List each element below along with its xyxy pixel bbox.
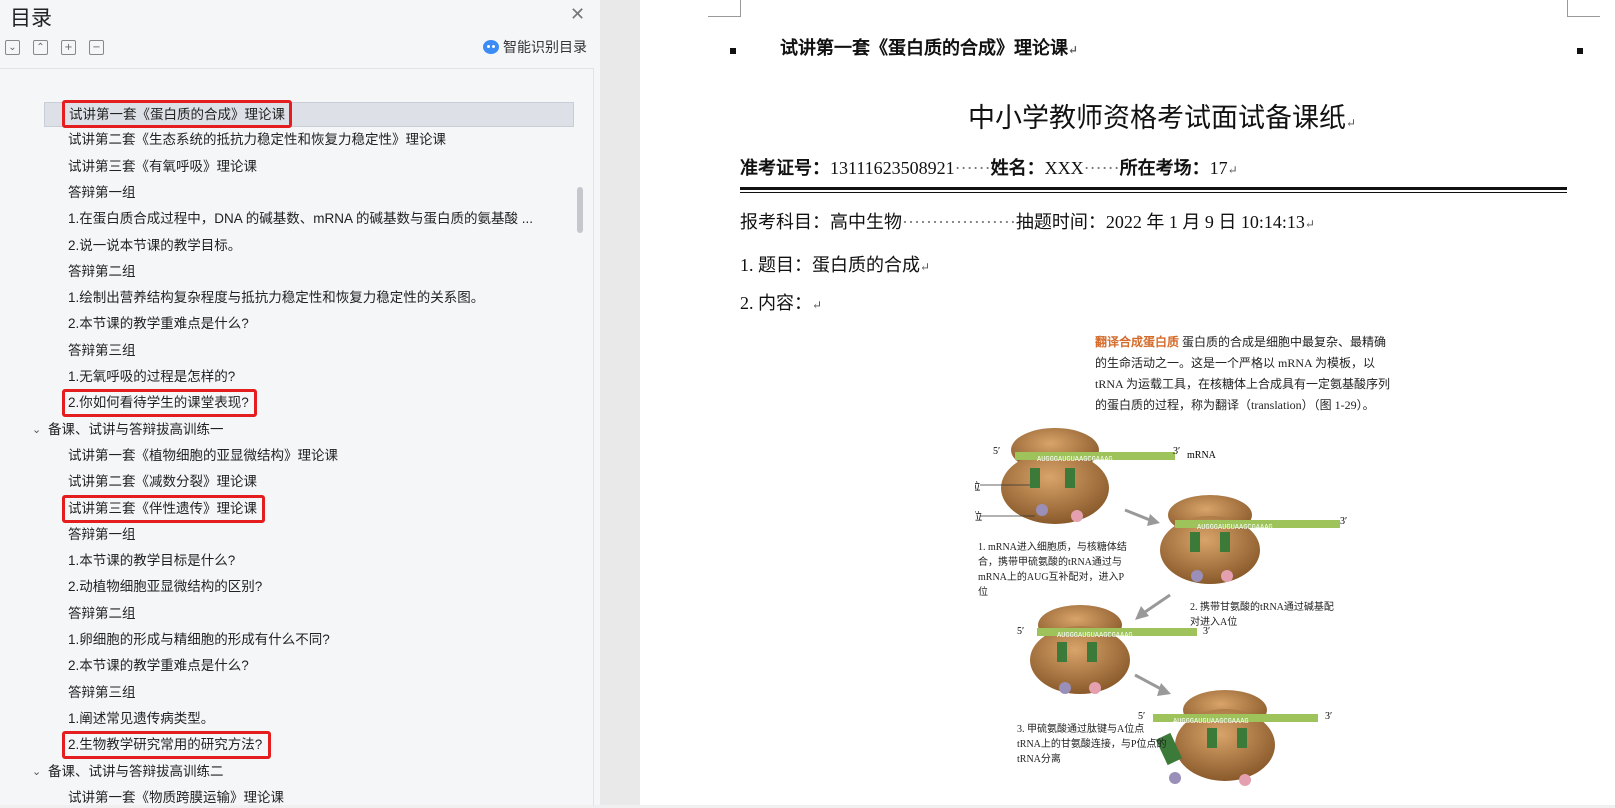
document-title: 中小学教师资格考试面试备课纸↵ [968, 103, 1357, 133]
close-icon[interactable]: ✕ [570, 4, 585, 25]
toc-item[interactable]: 1.绘制出营养结构复杂程度与抵抗力稳定性和恢复力稳定性的关系图。 [68, 288, 484, 308]
site-label: 所在考场： [1119, 158, 1210, 178]
figure-caption-3: 3. 甲硫氨酸通过肽键与A位点tRNA上的甘氨酸连接，与P位点的tRNA分离 [1017, 724, 1167, 765]
five-prime-label: 5′ [1138, 711, 1145, 722]
toc-item[interactable]: 试讲第一套《物质跨膜运输》理论课 [68, 788, 284, 808]
chevron-down-icon[interactable]: ⌄ [32, 420, 41, 440]
toc-title: 目录 [10, 7, 52, 30]
toc-item[interactable]: 答辩第二组 [68, 262, 136, 282]
toc-item[interactable]: 答辩第三组 [68, 683, 136, 703]
toc-item[interactable]: 试讲第二套《减数分裂》理论课 [68, 472, 257, 492]
smart-recognize-icon [483, 40, 499, 54]
bullet-marker [1577, 48, 1583, 54]
subject-line: 报考科目：高中生物···················抽题时间：2022 年 … [740, 212, 1315, 232]
ribosome-stage-2 [1160, 495, 1340, 584]
toc-item[interactable]: 2.生物教学研究常用的研究方法? [68, 735, 262, 755]
a-site-label: A位 [975, 510, 982, 523]
figure-caption-2: 2. 携带甘氨酸的tRNA通过碱基配对进入A位 [1190, 602, 1334, 628]
id-label: 准考证号： [740, 158, 830, 178]
toc-item[interactable]: 试讲第一套《蛋白质的合成》理论课 [44, 102, 574, 127]
page-corner-mark [1567, 0, 1600, 17]
toc-item[interactable]: 答辩第一组 [68, 183, 136, 203]
candidate-info: 准考证号：13111623508921······姓名：XXX······所在考… [740, 158, 1238, 178]
toc-section[interactable]: 备课、试讲与答辩拔高训练二 [48, 762, 224, 782]
expand-all-icon[interactable]: ⌃ [33, 40, 48, 55]
three-prime-label: 3′ [1325, 711, 1332, 722]
toc-item[interactable]: 1.阐述常见遗传病类型。 [68, 709, 214, 729]
subject-text: 报考科目：高中生物 [740, 212, 902, 232]
page-corner-mark [708, 0, 741, 17]
toc-item[interactable]: 答辩第二组 [68, 604, 136, 624]
name-value: XXX [1044, 158, 1084, 178]
toc-item[interactable]: 2.本节课的教学重难点是什么? [68, 656, 249, 676]
topic-text: 1. 题目：蛋白质的合成 [740, 255, 920, 275]
content-line: 2. 内容：↵ [740, 293, 823, 313]
mrna-label: mRNA [1187, 450, 1217, 461]
remove-level-icon[interactable]: − [89, 40, 104, 55]
chevron-down-icon[interactable]: ⌄ [32, 762, 41, 782]
toc-item[interactable]: 试讲第一套《植物细胞的亚显微结构》理论课 [68, 446, 338, 466]
toc-item[interactable]: 2.你如何看待学生的课堂表现? [68, 393, 249, 413]
double-rule [740, 192, 1567, 193]
ribosome-stage-4 [1153, 690, 1318, 786]
five-prime-label: 5′ [1017, 626, 1024, 637]
toc-item[interactable]: 2.动植物细胞亚显微结构的区别? [68, 577, 262, 597]
toc-scrollbar[interactable] [577, 187, 583, 233]
toc-item[interactable]: 答辩第三组 [68, 341, 136, 361]
figure-caption-1: 1. mRNA进入细胞质，与核糖体结合，携带甲硫氨酸的tRNA通过与mRNA上的… [978, 542, 1127, 598]
ribosome-stage-3 [1030, 605, 1197, 694]
time-text: 抽题时间：2022 年 1 月 9 日 10:14:13 [1015, 212, 1305, 232]
three-prime-label: 3′ [1340, 516, 1347, 527]
ribosome-stage-1 [1001, 428, 1175, 524]
bullet-marker [730, 48, 736, 54]
mrna-sequence: AUGGGAUGUAAGCGAAAG [1197, 524, 1273, 532]
mrna-sequence: AUGGGAUGUAAGCGAAAG [1057, 632, 1133, 640]
toc-item[interactable]: 试讲第二套《生态系统的抵抗力稳定性和恢复力稳定性》理论课 [68, 130, 446, 150]
topic-line: 1. 题目：蛋白质的合成↵ [740, 255, 931, 275]
double-rule [740, 187, 1567, 190]
add-level-icon[interactable]: + [61, 40, 76, 55]
toc-item[interactable]: 试讲第三套《伴性遗传》理论课 [68, 499, 257, 519]
toc-item[interactable]: 1.卵细胞的形成与精细胞的形成有什么不同? [68, 630, 330, 650]
toc-item[interactable]: 1.本节课的教学目标是什么? [68, 551, 235, 571]
mrna-sequence: AUGGGAUGUAAGCGAAAG [1037, 456, 1113, 464]
toc-section[interactable]: 备课、试讲与答辩拔高训练一 [48, 420, 224, 440]
collapse-all-icon[interactable]: ⌄ [5, 40, 20, 55]
title-text: 中小学教师资格考试面试备课纸 [968, 103, 1346, 133]
document-header: 试讲第一套《蛋白质的合成》理论课↵ [780, 38, 1079, 58]
toc-item[interactable]: 答辩第一组 [68, 525, 136, 545]
toc-item[interactable]: 2.本节课的教学重难点是什么? [68, 314, 249, 334]
toc-panel: 目录 ✕ ⌄ ⌃ + − 智能识别目录 试讲第一套《蛋白质的合成》理论课试讲第二… [0, 0, 600, 808]
toc-item[interactable]: 1.无氧呼吸的过程是怎样的? [68, 367, 235, 387]
three-prime-label: 3′ [1173, 446, 1180, 457]
header-text: 试讲第一套《蛋白质的合成》理论课 [780, 38, 1068, 58]
toc-item[interactable]: 1.在蛋白质合成过程中，DNA 的碱基数、mRNA 的碱基数与蛋白质的氨基酸 .… [68, 209, 533, 229]
site-value: 17 [1209, 158, 1228, 178]
five-prime-label: 5′ [993, 446, 1000, 457]
name-label: 姓名： [990, 158, 1045, 178]
toc-item[interactable]: 2.说一说本节课的教学目标。 [68, 236, 241, 256]
id-value: 13111623508921 [830, 158, 955, 178]
toc-item[interactable]: 试讲第三套《有氧呼吸》理论课 [68, 157, 257, 177]
content-text: 2. 内容： [740, 293, 812, 313]
smart-toc-button[interactable]: 智能识别目录 [483, 37, 587, 57]
p-site-label: P位 [975, 480, 981, 493]
smart-toc-label: 智能识别目录 [503, 39, 587, 55]
mrna-sequence: AUGGGAUGUAAGCGAAAG [1173, 718, 1249, 726]
